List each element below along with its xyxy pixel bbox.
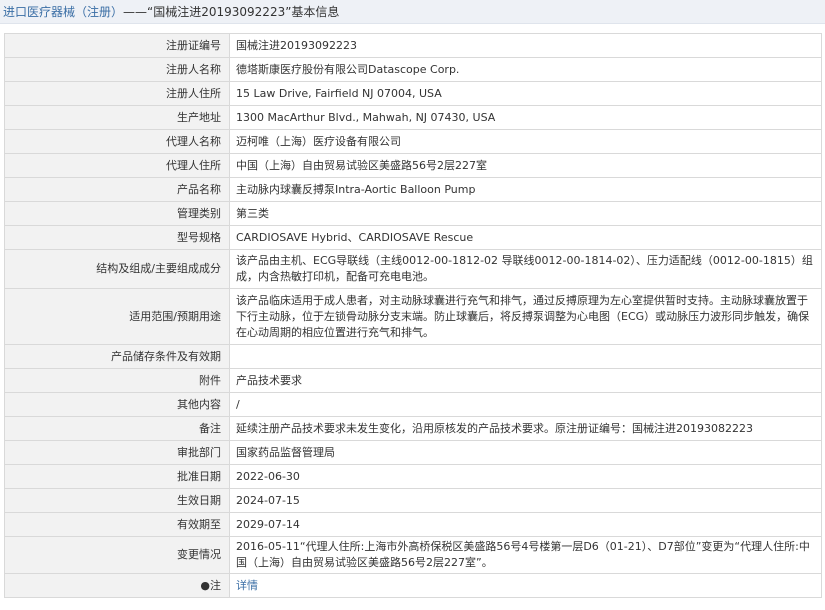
row-value: 德塔斯康医疗股份有限公司Datascope Corp. [229, 57, 822, 82]
row-value: 产品技术要求 [229, 368, 822, 393]
row-label: 附件 [4, 368, 230, 393]
row-label: 生产地址 [4, 105, 230, 130]
row-value [229, 344, 822, 369]
row-value: 15 Law Drive, Fairfield NJ 07004, USA [229, 81, 822, 106]
table-row: 注册证编号 国械注进20193092223 [4, 33, 822, 58]
row-value: 2029-07-14 [229, 512, 822, 537]
table-row: 代理人住所 中国（上海）自由贸易试验区美盛路56号2层227室 [4, 153, 822, 178]
row-label: 产品储存条件及有效期 [4, 344, 230, 369]
row-value: 主动脉内球囊反搏泵Intra-Aortic Balloon Pump [229, 177, 822, 202]
table-row: 有效期至 2029-07-14 [4, 512, 822, 537]
row-label: 适用范围/预期用途 [4, 288, 230, 345]
row-value: 第三类 [229, 201, 822, 226]
table-row: 备注 延续注册产品技术要求未发生变化，沿用原核发的产品技术要求。原注册证编号：国… [4, 416, 822, 441]
row-label: 产品名称 [4, 177, 230, 202]
table-row: 注册人住所 15 Law Drive, Fairfield NJ 07004, … [4, 81, 822, 106]
table-row: 审批部门 国家药品监督管理局 [4, 440, 822, 465]
row-label: 代理人住所 [4, 153, 230, 178]
row-label: 其他内容 [4, 392, 230, 417]
row-value: 该产品由主机、ECG导联线（主线0012-00-1812-02 导联线0012-… [229, 249, 822, 289]
details-link[interactable]: 详情 [236, 579, 258, 592]
page-header: 进口医疗器械（注册） ——“国械注进20193092223”基本信息 [0, 0, 825, 24]
table-row: 注册人名称 德塔斯康医疗股份有限公司Datascope Corp. [4, 57, 822, 82]
table-row: 管理类别 第三类 [4, 201, 822, 226]
table-row: 生产地址 1300 MacArthur Blvd., Mahwah, NJ 07… [4, 105, 822, 130]
row-value: 国械注进20193092223 [229, 33, 822, 58]
row-label: 注册人住所 [4, 81, 230, 106]
row-label: 结构及组成/主要组成成分 [4, 249, 230, 289]
info-table: 注册证编号 国械注进20193092223 注册人名称 德塔斯康医疗股份有限公司… [4, 33, 822, 598]
table-row: 适用范围/预期用途 该产品临床适用于成人患者，对主动脉球囊进行充气和排气，通过反… [4, 288, 822, 345]
table-row: 代理人名称 迈柯唯（上海）医疗设备有限公司 [4, 129, 822, 154]
row-value: 详情 [229, 573, 822, 598]
row-label: 管理类别 [4, 201, 230, 226]
row-value: 2022-06-30 [229, 464, 822, 489]
page-title: ——“国械注进20193092223”基本信息 [123, 5, 340, 19]
row-label: 型号规格 [4, 225, 230, 250]
row-value: 2016-05-11“代理人住所:上海市外高桥保税区美盛路56号4号楼第一层D6… [229, 536, 822, 574]
table-row: 附件 产品技术要求 [4, 368, 822, 393]
row-label: 代理人名称 [4, 129, 230, 154]
info-table-container: 注册证编号 国械注进20193092223 注册人名称 德塔斯康医疗股份有限公司… [4, 33, 822, 598]
table-row: 批准日期 2022-06-30 [4, 464, 822, 489]
row-value: / [229, 392, 822, 417]
row-value: 1300 MacArthur Blvd., Mahwah, NJ 07430, … [229, 105, 822, 130]
row-label: ●注 [4, 573, 230, 598]
table-row: 产品储存条件及有效期 [4, 344, 822, 369]
category-link[interactable]: 进口医疗器械（注册） [3, 3, 123, 20]
row-label: 注册人名称 [4, 57, 230, 82]
row-label: 批准日期 [4, 464, 230, 489]
row-value: 延续注册产品技术要求未发生变化，沿用原核发的产品技术要求。原注册证编号：国械注进… [229, 416, 822, 441]
row-label: 备注 [4, 416, 230, 441]
row-value: 该产品临床适用于成人患者，对主动脉球囊进行充气和排气，通过反搏原理为左心室提供暂… [229, 288, 822, 345]
row-value: 国家药品监督管理局 [229, 440, 822, 465]
row-label: 审批部门 [4, 440, 230, 465]
row-label: 有效期至 [4, 512, 230, 537]
row-value: 中国（上海）自由贸易试验区美盛路56号2层227室 [229, 153, 822, 178]
row-label: 注册证编号 [4, 33, 230, 58]
table-row: 型号规格 CARDIOSAVE Hybrid、CARDIOSAVE Rescue [4, 225, 822, 250]
row-value: 2024-07-15 [229, 488, 822, 513]
row-value: 迈柯唯（上海）医疗设备有限公司 [229, 129, 822, 154]
table-row: 产品名称 主动脉内球囊反搏泵Intra-Aortic Balloon Pump [4, 177, 822, 202]
table-row: ●注 详情 [4, 573, 822, 598]
row-value: CARDIOSAVE Hybrid、CARDIOSAVE Rescue [229, 225, 822, 250]
table-row: 结构及组成/主要组成成分 该产品由主机、ECG导联线（主线0012-00-181… [4, 249, 822, 289]
table-row: 变更情况 2016-05-11“代理人住所:上海市外高桥保税区美盛路56号4号楼… [4, 536, 822, 574]
row-label: 生效日期 [4, 488, 230, 513]
table-row: 生效日期 2024-07-15 [4, 488, 822, 513]
row-label: 变更情况 [4, 536, 230, 574]
table-row: 其他内容 / [4, 392, 822, 417]
